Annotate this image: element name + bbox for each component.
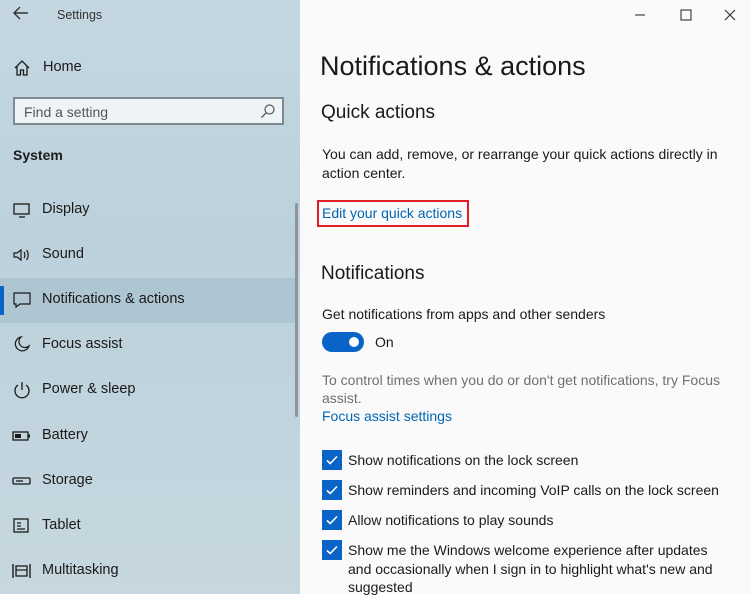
sidebar-item-display[interactable]: Display — [0, 188, 296, 233]
lock-screen-notifications-checkbox[interactable] — [322, 450, 342, 470]
edit-quick-actions-link[interactable]: Edit your quick actions — [322, 205, 462, 221]
battery-icon — [12, 426, 32, 446]
welcome-experience-checkbox[interactable] — [322, 540, 342, 560]
search-box[interactable] — [13, 97, 284, 125]
tablet-icon — [12, 516, 32, 536]
get-notifications-label: Get notifications from apps and other se… — [322, 306, 606, 322]
quick-actions-description-line2: action center. — [322, 165, 406, 181]
storage-icon — [12, 471, 32, 491]
search-input[interactable] — [24, 101, 254, 123]
quick-actions-heading: Quick actions — [321, 102, 436, 123]
checkbox-label: Show reminders and incoming VoIP calls o… — [348, 482, 719, 498]
sidebar-item-notifications[interactable]: Notifications & actions — [0, 278, 296, 323]
toggle-state-label: On — [375, 334, 394, 350]
notifications-toggle[interactable] — [322, 332, 364, 352]
sidebar-item-label: Storage — [42, 472, 93, 488]
focus-note-line2: assist. — [322, 390, 362, 406]
display-icon — [12, 200, 32, 220]
sidebar-item-label: Tablet — [42, 517, 81, 533]
focus-note-line1: To control times when you do or don't ge… — [322, 372, 720, 388]
checkbox-label: Allow notifications to play sounds — [348, 512, 554, 528]
page-title: Notifications & actions — [320, 51, 586, 81]
checkbox-label-line2: and occasionally when I sign in to highl… — [348, 561, 713, 577]
notifications-heading: Notifications — [321, 263, 425, 284]
sidebar-item-sound[interactable]: Sound — [0, 233, 296, 278]
selection-indicator — [0, 286, 4, 315]
multitasking-icon — [12, 561, 32, 581]
sound-icon — [12, 245, 32, 265]
sidebar-item-power-sleep[interactable]: Power & sleep — [0, 368, 296, 413]
checkbox-label: Show notifications on the lock screen — [348, 452, 579, 468]
focus-assist-settings-link[interactable]: Focus assist settings — [322, 408, 452, 424]
sidebar-item-label: Display — [42, 201, 90, 217]
sidebar-item-battery[interactable]: Battery — [0, 414, 296, 459]
sidebar-item-label: Focus assist — [42, 336, 123, 352]
checkbox-label-line3: suggested — [348, 579, 413, 595]
section-title: System — [13, 147, 63, 163]
app-title: Settings — [57, 8, 103, 22]
power-icon — [12, 380, 32, 400]
moon-icon — [12, 335, 32, 355]
quick-actions-description-line1: You can add, remove, or rearrange your q… — [322, 146, 718, 162]
home-link[interactable]: Home — [43, 59, 82, 75]
sidebar: Settings Home System Display Sound Notif… — [0, 0, 300, 594]
sidebar-item-label: Multitasking — [42, 562, 119, 578]
sidebar-item-focus-assist[interactable]: Focus assist — [0, 323, 296, 368]
notifications-icon — [12, 290, 32, 310]
home-icon[interactable] — [13, 59, 31, 77]
sidebar-scrollbar[interactable] — [295, 203, 298, 417]
main-content — [300, 0, 751, 594]
sidebar-item-tablet[interactable]: Tablet — [0, 504, 296, 549]
search-icon[interactable] — [260, 103, 276, 119]
sidebar-item-label: Battery — [42, 427, 88, 443]
maximize-icon[interactable] — [666, 0, 706, 30]
sidebar-item-label: Sound — [42, 246, 84, 262]
voip-reminders-checkbox[interactable] — [322, 480, 342, 500]
close-icon[interactable] — [710, 0, 750, 30]
minimize-icon[interactable] — [620, 0, 660, 30]
toggle-knob — [349, 337, 359, 347]
sidebar-item-storage[interactable]: Storage — [0, 459, 296, 504]
sidebar-item-label: Notifications & actions — [42, 291, 185, 307]
back-arrow-icon[interactable] — [10, 4, 32, 26]
checkbox-label-line1: Show me the Windows welcome experience a… — [348, 542, 708, 558]
sidebar-item-multitasking[interactable]: Multitasking — [0, 549, 296, 594]
notification-sounds-checkbox[interactable] — [322, 510, 342, 530]
sidebar-item-label: Power & sleep — [42, 381, 136, 397]
